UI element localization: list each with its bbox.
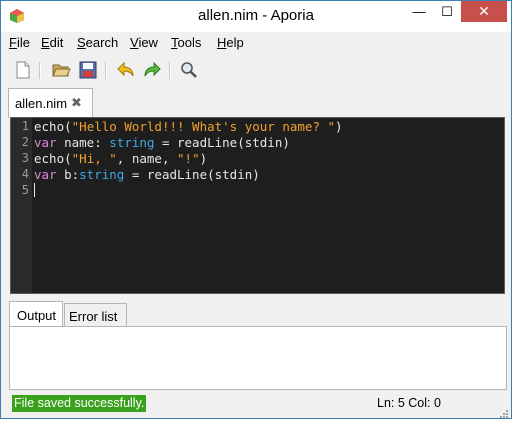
- text-caret: [34, 183, 35, 197]
- tab-label: allen.nim: [15, 96, 68, 111]
- menu-bar: File Edit Search View Tools Help: [1, 32, 511, 54]
- new-file-icon[interactable]: [13, 60, 33, 80]
- code-editor[interactable]: 1 2 3 4 5 echo("Hello World!!! What's yo…: [10, 117, 505, 294]
- menu-tools[interactable]: Tools: [171, 35, 201, 50]
- code-token-plain: name:: [56, 135, 110, 150]
- menu-file[interactable]: File: [9, 35, 30, 50]
- status-bar: File saved successfully. Ln: 5 Col: 0: [1, 392, 511, 418]
- tab-error-list-label: Error list: [69, 309, 118, 324]
- code-line: var name: string = readLine(stdin): [34, 135, 290, 150]
- code-token-plain: b:: [56, 167, 80, 182]
- tab-output[interactable]: Output: [9, 301, 63, 328]
- code-token-kw: var: [34, 135, 57, 150]
- cursor-position: Ln: 5 Col: 0: [377, 396, 441, 410]
- code-token-plain: echo(: [34, 119, 72, 134]
- code-line: var b:string = readLine(stdin): [34, 167, 260, 182]
- find-icon[interactable]: [179, 60, 199, 80]
- code-token-ty: string: [109, 135, 155, 150]
- line-number: 5: [21, 183, 29, 197]
- undo-icon[interactable]: [116, 60, 136, 80]
- minimize-button[interactable]: —: [406, 1, 432, 22]
- line-number: 3: [21, 151, 29, 165]
- maximize-button[interactable]: ☐: [434, 1, 460, 22]
- line-number-gutter: 1 2 3 4 5: [11, 118, 32, 293]
- menu-view[interactable]: View: [130, 35, 158, 50]
- close-window-button[interactable]: ✕: [461, 1, 507, 22]
- tab-output-label: Output: [17, 308, 57, 323]
- menu-help[interactable]: Help: [217, 35, 244, 50]
- status-message: File saved successfully.: [12, 395, 147, 412]
- code-token-plain: ): [199, 151, 208, 166]
- code-token-plain: ): [335, 119, 343, 134]
- code-token-kw: var: [34, 167, 57, 182]
- toolbar-separator: [105, 62, 107, 79]
- code-line: echo("Hello World!!! What's your name? "…: [34, 119, 343, 134]
- resize-grip-icon[interactable]: [499, 406, 509, 418]
- code-line: echo("Hi, ", name, "!"): [34, 151, 207, 166]
- bottom-panel-tabs: Output Error list: [9, 301, 507, 328]
- application-window: allen.nim - Aporia — ☐ ✕ File Edit Searc…: [0, 0, 512, 419]
- tab-allen-nim[interactable]: allen.nim ✖: [8, 88, 93, 118]
- code-token-str: "Hi, ": [71, 151, 117, 166]
- close-tab-icon[interactable]: ✖: [71, 95, 82, 111]
- code-token-str: "!": [177, 151, 200, 166]
- open-folder-icon[interactable]: [51, 60, 71, 80]
- code-token-plain: = readLine(stdin): [124, 167, 260, 182]
- toolbar-separator: [169, 62, 171, 79]
- code-token-str: "Hello World!!! What's your name? ": [71, 119, 336, 134]
- redo-icon[interactable]: [142, 60, 162, 80]
- code-token-plain: = readLine(stdin): [154, 135, 290, 150]
- menu-search[interactable]: Search: [77, 35, 118, 50]
- code-token-plain: , name,: [116, 151, 178, 166]
- editor-tab-bar: allen.nim ✖: [1, 85, 511, 118]
- line-number: 4: [21, 167, 29, 181]
- toolbar-separator: [39, 62, 41, 79]
- line-number: 2: [21, 135, 29, 149]
- save-icon[interactable]: [78, 60, 98, 80]
- line-number: 1: [21, 119, 29, 133]
- output-panel[interactable]: [9, 326, 507, 390]
- menu-edit[interactable]: Edit: [41, 35, 63, 50]
- toolbar: [1, 55, 511, 85]
- code-token-ty: string: [79, 167, 125, 182]
- code-token-plain: echo(: [34, 151, 72, 166]
- title-bar[interactable]: allen.nim - Aporia — ☐ ✕: [1, 1, 511, 32]
- tab-error-list[interactable]: Error list: [64, 303, 127, 327]
